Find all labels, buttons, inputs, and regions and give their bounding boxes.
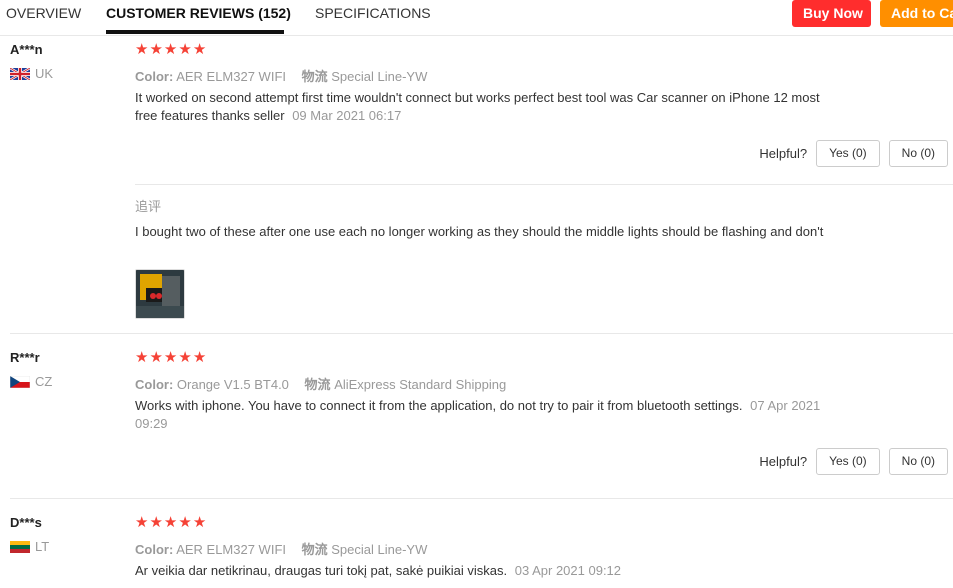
star-icon: ★ <box>178 514 192 531</box>
tab-bar: OVERVIEW CUSTOMER REVIEWS (152) SPECIFIC… <box>0 0 953 36</box>
tab-specifications[interactable]: SPECIFICATIONS <box>315 5 431 21</box>
star-icon: ★ <box>178 349 192 366</box>
star-icon: ★ <box>192 41 207 58</box>
uk-flag-icon <box>10 67 30 80</box>
color-label: Color: <box>135 69 174 84</box>
star-icon: ★ <box>135 349 149 366</box>
star-icon: ★ <box>163 41 178 58</box>
tab-customer-reviews[interactable]: CUSTOMER REVIEWS (152) <box>106 5 291 21</box>
review-text: It worked on second attempt first time w… <box>135 89 835 125</box>
shipping-label: 物流 <box>301 69 328 84</box>
shipping-label: 物流 <box>301 542 328 557</box>
star-icon: ★ <box>178 41 192 58</box>
reviewer-country: CZ <box>10 374 52 389</box>
country-code: CZ <box>35 374 53 389</box>
star-icon: ★ <box>135 514 149 531</box>
shipping-value: Special Line-YW <box>331 69 428 84</box>
color-label: Color: <box>135 542 174 557</box>
review-meta: Color: AER ELM327 WIFI 物流 Special Line-Y… <box>135 539 427 558</box>
additional-review-title: 追评 <box>135 199 162 214</box>
helpful-label: Helpful? <box>759 146 808 161</box>
helpful-yes-button[interactable]: Yes (0) <box>816 140 880 167</box>
review-body: Works with iphone. You have to connect i… <box>135 398 743 413</box>
review-divider <box>10 498 953 499</box>
star-icon: ★ <box>149 349 163 366</box>
additional-review-text: I bought two of these after one use each… <box>135 224 824 239</box>
star-icon: ★ <box>163 349 178 366</box>
star-rating: ★ ★ ★ ★ ★ <box>135 350 206 365</box>
country-code: LT <box>35 539 50 554</box>
star-icon: ★ <box>149 41 163 58</box>
helpful-no-button[interactable]: No (0) <box>888 448 948 475</box>
czech-flag-icon <box>10 375 30 388</box>
reviewer-country: UK <box>10 66 53 81</box>
shipping-value: Special Line-YW <box>331 542 428 557</box>
active-tab-indicator <box>106 30 284 34</box>
review-divider <box>10 333 953 334</box>
star-icon: ★ <box>135 41 149 58</box>
reviewer-country: LT <box>10 539 49 554</box>
buy-now-button[interactable]: Buy Now <box>792 0 871 27</box>
color-label: Color: <box>135 377 174 392</box>
review-text: Ar veikia dar netikrinau, draugas turi t… <box>135 562 835 580</box>
color-value: AER ELM327 WIFI <box>176 542 286 557</box>
star-icon: ★ <box>163 514 178 531</box>
tab-overview[interactable]: OVERVIEW <box>6 5 81 21</box>
reviewer-name: R***r <box>10 350 40 365</box>
review-body: Ar veikia dar netikrinau, draugas turi t… <box>135 563 508 578</box>
review-item: R***r CZ ★ ★ ★ ★ ★ Color: Orange V1.5 BT4.0 … <box>0 344 953 499</box>
reviewer-name: D***s <box>10 515 42 530</box>
review-text: Works with iphone. You have to connect i… <box>135 397 835 433</box>
star-rating: ★ ★ ★ ★ ★ <box>135 515 206 530</box>
helpful-section: Helpful? Yes (0) No (0) <box>759 140 948 167</box>
additional-review-divider <box>135 184 953 185</box>
lithuania-flag-icon <box>10 540 30 553</box>
helpful-section: Helpful? Yes (0) No (0) <box>759 448 948 475</box>
star-icon: ★ <box>192 349 207 366</box>
shipping-label: 物流 <box>304 377 331 392</box>
helpful-label: Helpful? <box>759 454 808 469</box>
reviewer-name: A***n <box>10 42 43 57</box>
helpful-no-button[interactable]: No (0) <box>888 140 948 167</box>
color-value: Orange V1.5 BT4.0 <box>176 377 289 392</box>
review-item: A***n UK ★ ★ ★ ★ ★ Color: AER ELM327 WIFI 物流… <box>0 36 953 334</box>
add-to-cart-button[interactable]: Add to Cart <box>880 0 953 27</box>
review-body: It worked on second attempt first time w… <box>135 90 820 123</box>
review-meta: Color: AER ELM327 WIFI 物流 Special Line-Y… <box>135 66 427 85</box>
shipping-value: AliExpress Standard Shipping <box>334 377 507 392</box>
helpful-yes-button[interactable]: Yes (0) <box>816 448 880 475</box>
star-icon: ★ <box>192 514 207 531</box>
review-meta: Color: Orange V1.5 BT4.0 物流 AliExpress S… <box>135 374 506 393</box>
review-date: 09 Mar 2021 06:17 <box>292 108 402 123</box>
country-code: UK <box>35 66 54 81</box>
review-photo-thumbnail[interactable] <box>135 269 185 319</box>
review-date: 03 Apr 2021 09:12 <box>514 563 622 578</box>
color-value: AER ELM327 WIFI <box>176 69 286 84</box>
star-rating: ★ ★ ★ ★ ★ <box>135 42 206 57</box>
review-item: D***s LT ★ ★ ★ ★ ★ Color: AER ELM327 WIFI 物流… <box>0 509 953 588</box>
star-icon: ★ <box>149 514 163 531</box>
